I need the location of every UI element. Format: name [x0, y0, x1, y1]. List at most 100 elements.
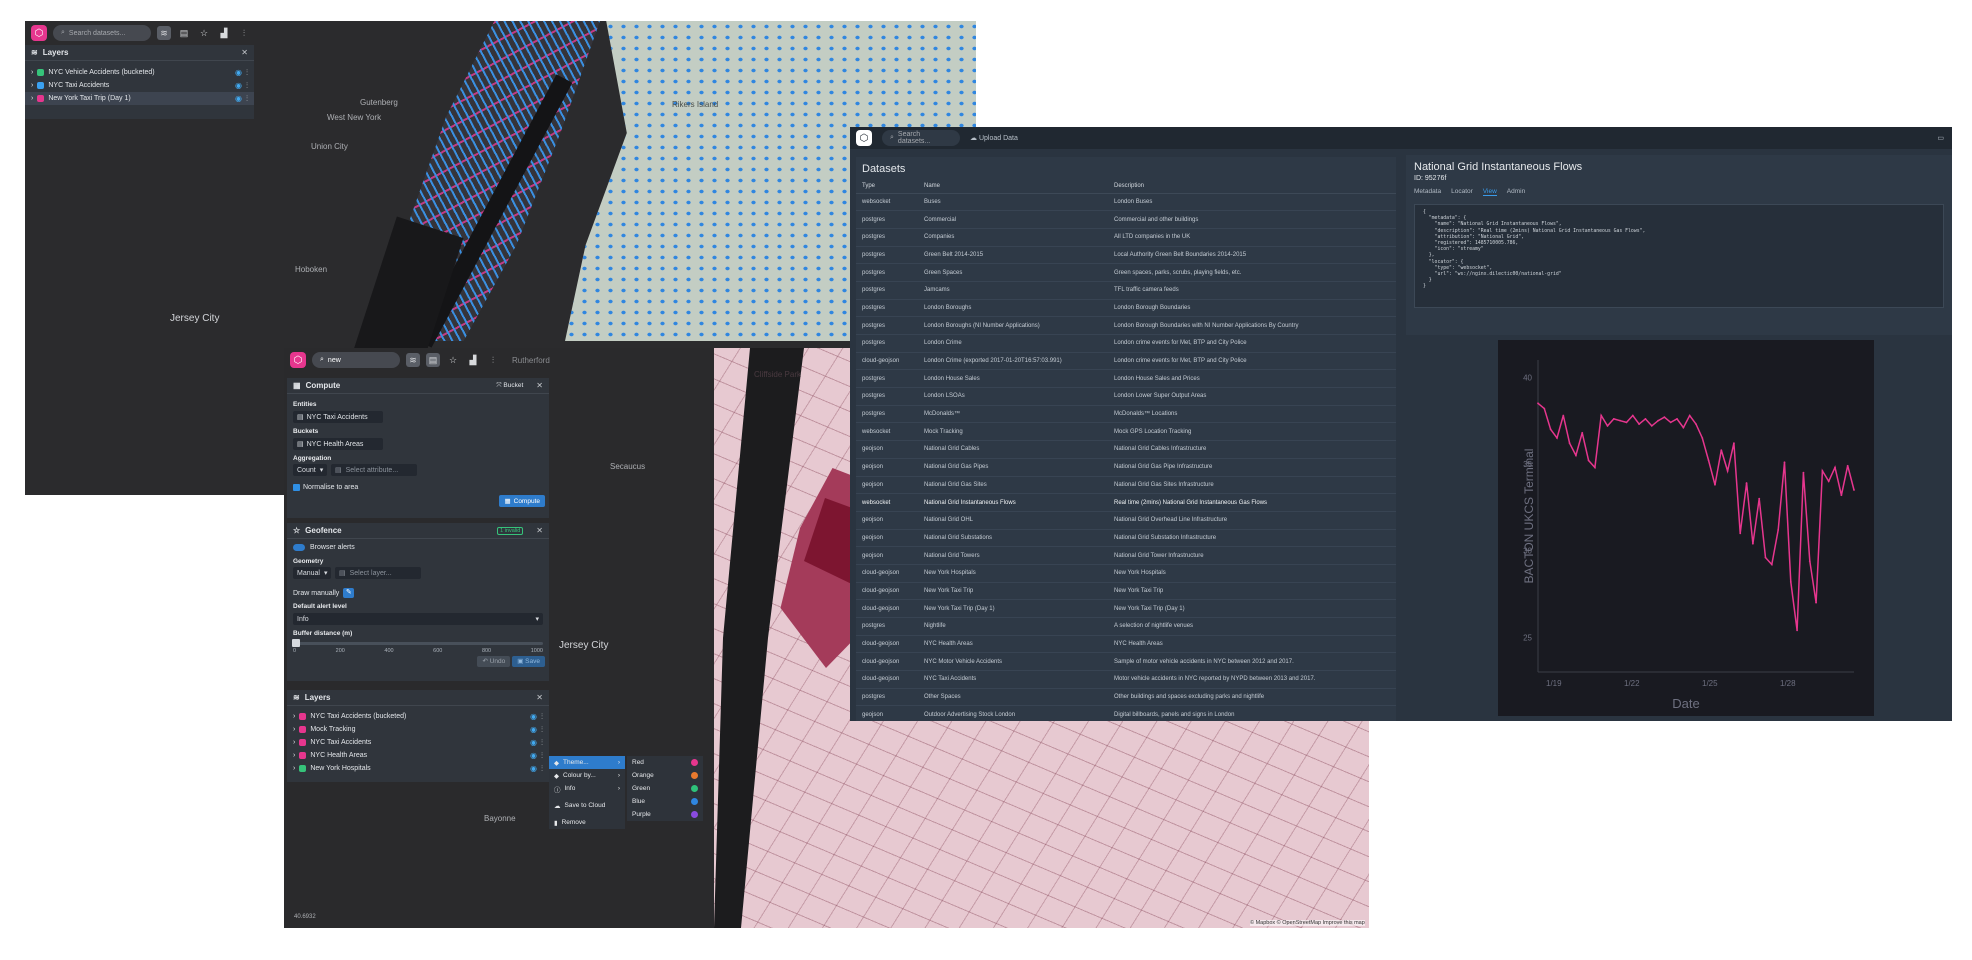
entities-select[interactable]: ▤ NYC Taxi Accidents [293, 411, 383, 423]
aggregation-select[interactable]: Count ▾ [293, 464, 327, 476]
menu-item-save-to-cloud[interactable]: ☁ Save to Cloud [549, 799, 625, 812]
table-row[interactable]: cloud-geojson New York Taxi Trip (Day 1) N… [856, 599, 1396, 618]
undo-button[interactable]: ↶ Undo [477, 656, 511, 667]
app-logo-icon[interactable]: ⬡ [290, 352, 306, 368]
sliders-icon[interactable]: ⫶ [246, 81, 248, 91]
menu-item-purple[interactable]: Purple [627, 808, 703, 821]
sliders-icon[interactable]: ⫶ [246, 68, 248, 78]
chevron-right-icon[interactable]: › [293, 765, 295, 772]
chevron-right-icon[interactable]: › [31, 69, 33, 76]
layer-item[interactable]: › New York Hospitals ◉ ⫶ [287, 762, 549, 775]
search-input[interactable]: ⌕ Search datasets... [53, 25, 151, 41]
menu-item-orange[interactable]: Orange [627, 769, 703, 782]
table-row[interactable]: websocket Mock Tracking Mock GPS Location … [856, 422, 1396, 442]
table-row[interactable]: cloud-geojson NYC Health Areas NYC Health … [856, 635, 1396, 654]
eye-icon[interactable]: ◉ [530, 712, 537, 721]
eye-icon[interactable]: ◉ [530, 738, 537, 747]
buckets-select[interactable]: ▤ NYC Health Areas [293, 438, 383, 450]
layer-item[interactable]: › NYC Taxi Accidents ◉ ⫶ [287, 736, 549, 749]
normalise-checkbox[interactable]: Normalise to area [287, 476, 549, 495]
alert-level-select[interactable]: Info ▾ [293, 613, 543, 625]
eye-icon[interactable]: ◉ [235, 81, 242, 90]
slider-handle[interactable] [292, 639, 300, 647]
chart-icon[interactable]: ▟ [217, 26, 231, 40]
table-row[interactable]: cloud-geojson NYC Motor Vehicle Accidents… [856, 652, 1396, 672]
close-icon[interactable]: ✕ [241, 48, 248, 57]
column-header[interactable]: Name [918, 180, 1108, 194]
sliders-icon[interactable]: ⫶ [541, 712, 543, 722]
window-icon[interactable]: ▭ [1937, 134, 1944, 142]
settings-sliders-icon[interactable]: ⫶ [486, 353, 500, 367]
table-row[interactable]: cloud-geojson New York Hospitals New York … [856, 564, 1396, 583]
menu-item-green[interactable]: Green [627, 782, 703, 795]
table-row[interactable]: postgres Companies All LTD companies in th… [856, 228, 1396, 247]
geometry-select[interactable]: Manual ▾ [293, 567, 331, 579]
eye-icon[interactable]: ◉ [530, 725, 537, 734]
table-row[interactable]: websocket National Grid Instantaneous Flo… [856, 493, 1396, 512]
app-logo-icon[interactable]: ⬡ [856, 130, 872, 146]
layer-item[interactable]: › Mock Tracking ◉ ⫶ [287, 723, 549, 736]
sliders-icon[interactable]: ⫶ [541, 764, 543, 774]
map-attribution[interactable]: © Mapbox © OpenStreetMap Improve this ma… [1250, 920, 1365, 926]
chevron-right-icon[interactable]: › [293, 739, 295, 746]
layers-icon[interactable]: ≋ [406, 353, 420, 367]
attribute-select[interactable]: ▤ Select attribute... [331, 464, 417, 476]
table-row[interactable]: postgres Other Spaces Other buildings and … [856, 688, 1396, 707]
search-input[interactable]: ⌕ Search datasets... [882, 130, 960, 146]
column-header[interactable]: Type [856, 180, 918, 194]
layer-select[interactable]: ▤ Select layer... [335, 567, 421, 579]
settings-sliders-icon[interactable]: ⫶ [237, 26, 251, 40]
table-row[interactable]: postgres Jamcams TFL traffic camera feeds [856, 281, 1396, 300]
table-row[interactable]: postgres Green Spaces Green spaces, parks,… [856, 263, 1396, 282]
table-row[interactable]: postgres London Boroughs London Borough Bo… [856, 299, 1396, 318]
layers-icon[interactable]: ≋ [157, 26, 171, 40]
tab-admin[interactable]: Admin [1507, 188, 1525, 196]
app-logo-icon[interactable]: ⬡ [31, 25, 47, 41]
table-row[interactable]: postgres London Boroughs (NI Number Appli… [856, 316, 1396, 335]
close-icon[interactable]: ✕ [536, 526, 543, 535]
eye-icon[interactable]: ◉ [235, 68, 242, 77]
table-row[interactable]: postgres London Crime London crime events … [856, 334, 1396, 353]
layer-item[interactable]: › New York Taxi Trip (Day 1) ◉ ⫶ [25, 92, 254, 105]
table-row[interactable]: cloud-geojson NYC Taxi Accidents Motor veh… [856, 670, 1396, 689]
chevron-right-icon[interactable]: › [31, 95, 33, 102]
table-row[interactable]: postgres Nightlife A selection of nightlif… [856, 617, 1396, 636]
menu-item-remove[interactable]: ▮ Remove [549, 816, 625, 829]
datasets-icon[interactable]: ▤ [177, 26, 191, 40]
chart-icon[interactable]: ▟ [466, 353, 480, 367]
geofence-icon[interactable]: ☆ [197, 26, 211, 40]
table-row[interactable]: geojson National Grid Towers National Grid… [856, 546, 1396, 565]
table-row[interactable]: postgres Commercial Commercial and other b… [856, 210, 1396, 229]
layer-item[interactable]: › NYC Health Areas ◉ ⫶ [287, 749, 549, 762]
sliders-icon[interactable]: ⫶ [541, 751, 543, 761]
browser-alerts-toggle[interactable]: Browser alerts [287, 539, 549, 556]
table-row[interactable]: cloud-geojson London Crime (exported 2017… [856, 352, 1396, 371]
eye-icon[interactable]: ◉ [530, 751, 537, 760]
datasets-icon[interactable]: ▤ [426, 353, 440, 367]
table-row[interactable]: cloud-geojson New York Taxi Trip New York … [856, 582, 1396, 601]
table-row[interactable]: geojson National Grid Gas Sites National G… [856, 476, 1396, 495]
pencil-icon[interactable]: ✎ [343, 588, 355, 598]
chevron-right-icon[interactable]: › [293, 713, 295, 720]
table-row[interactable]: postgres London House Sales London House S… [856, 369, 1396, 389]
chevron-right-icon[interactable]: › [31, 82, 33, 89]
column-header[interactable]: Description [1108, 180, 1396, 194]
table-row[interactable]: postgres Green Belt 2014-2015 Local Author… [856, 246, 1396, 265]
close-icon[interactable]: ✕ [536, 693, 543, 702]
table-row[interactable]: postgres London LSOAs London Lower Super O… [856, 387, 1396, 406]
layer-item[interactable]: › NYC Taxi Accidents ◉ ⫶ [25, 79, 254, 92]
layer-item[interactable]: › NYC Taxi Accidents (bucketed) ◉ ⫶ [287, 710, 549, 723]
eye-icon[interactable]: ◉ [235, 94, 242, 103]
tab-metadata[interactable]: Metadata [1414, 188, 1441, 196]
geofence-icon[interactable]: ☆ [446, 353, 460, 367]
menu-item-theme[interactable]: ◆ Theme... › [549, 756, 625, 769]
tab-view[interactable]: View [1482, 188, 1497, 196]
menu-item-colour-by[interactable]: ◆ Colour by... › [549, 769, 625, 782]
table-row[interactable]: postgres McDonalds™ McDonalds™ Locations [856, 405, 1396, 424]
buffer-slider[interactable] [292, 639, 543, 647]
menu-item-red[interactable]: Red [627, 756, 703, 769]
menu-item-info[interactable]: ⓘ Info › [549, 782, 625, 795]
layer-item[interactable]: › NYC Vehicle Accidents (bucketed) ◉ ⫶ [25, 66, 254, 79]
close-icon[interactable]: ✕ [536, 381, 543, 390]
chevron-right-icon[interactable]: › [293, 726, 295, 733]
